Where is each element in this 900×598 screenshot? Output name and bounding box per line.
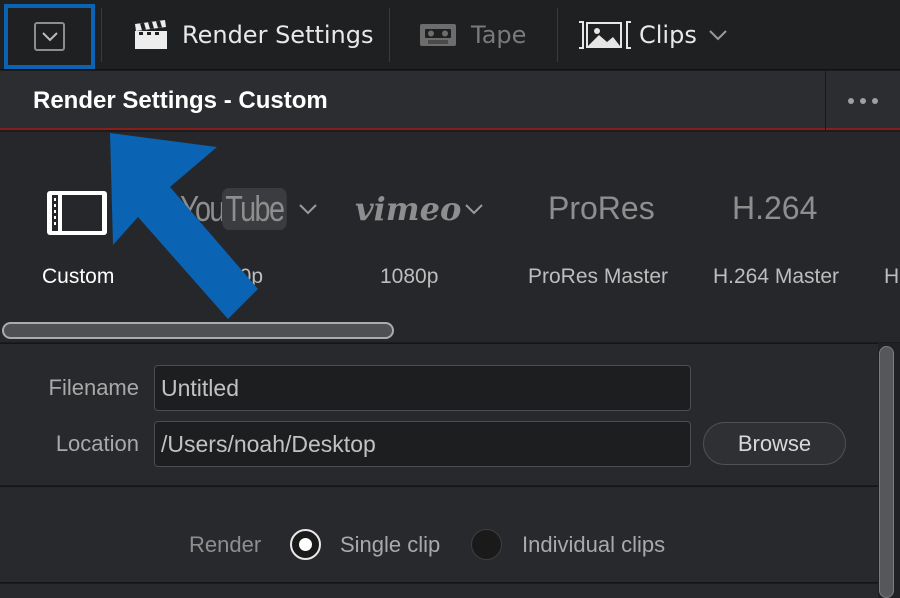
preset-label: ProRes Master [528,265,669,288]
render-settings-label: Render Settings [182,21,374,49]
clips-tab[interactable]: Clips [577,0,727,70]
single-clip-label[interactable]: Single clip [340,487,440,584]
chevron-down-icon [34,22,65,51]
chevron-down-icon[interactable] [299,203,317,215]
preset-partial[interactable]: H [884,132,900,322]
chevron-down-icon[interactable] [465,203,484,215]
location-label: Location [55,431,139,456]
preset-prores[interactable]: ProRes ProRes Master [528,132,688,322]
collapse-panel-button[interactable] [4,4,95,69]
cassette-icon [419,23,457,47]
more-icon [872,97,878,104]
preset-label: Custom [42,265,115,288]
preset-vimeo[interactable]: vimeo 1080p [355,132,505,322]
vimeo-logo: vimeo [355,190,484,228]
clips-label: Clips [639,21,697,49]
individual-clips-radio[interactable] [471,529,502,560]
tape-tab[interactable]: Tape [419,0,526,70]
filename-label: Filename [48,375,139,400]
toolbar-divider [557,8,558,62]
more-icon [860,97,866,104]
preset-label: H [884,265,900,288]
preset-label: 1080p [380,265,439,288]
clips-icon [577,20,633,50]
top-toolbar: Render Settings Tape Clips [0,0,900,70]
prores-logo: ProRes [548,190,655,226]
more-icon [848,97,854,104]
preset-h264[interactable]: H.264 H.264 Master [712,132,862,322]
film-icon [46,190,108,240]
individual-clips-label[interactable]: Individual clips [522,487,665,584]
preset-custom[interactable]: Custom [30,132,140,322]
clapperboard-icon [134,20,168,50]
panel-header: Render Settings - Custom [0,71,900,130]
youtube-logo: You Tube [180,188,317,230]
preset-youtube[interactable]: You Tube 80p [180,132,330,322]
toolbar-divider [389,8,390,62]
settings-scrollbar[interactable] [879,346,894,598]
location-field[interactable]: /Users/noah/Desktop [154,421,691,467]
browse-button[interactable]: Browse [703,422,846,465]
h264-logo: H.264 [732,190,818,226]
more-options-button[interactable] [826,71,900,130]
single-clip-radio[interactable] [290,529,321,560]
presets-scrollbar[interactable] [2,322,394,339]
render-options: Render Single clip Individual clips [0,486,878,583]
chevron-down-icon[interactable] [709,29,727,41]
presets-strip: Custom You Tube 80p vimeo 1080p ProRes P… [0,132,900,342]
render-settings-tab[interactable]: Render Settings [134,0,374,70]
tape-label: Tape [471,21,527,49]
render-label: Render [189,532,262,557]
panel-title: Render Settings - Custom [33,87,328,114]
next-section [0,584,878,598]
toolbar-divider [101,8,102,62]
file-settings: Filename Untitled Location /Users/noah/D… [0,343,878,485]
preset-label: H.264 Master [713,265,840,288]
preset-label: 80p [228,265,264,288]
filename-field[interactable]: Untitled [154,365,691,411]
